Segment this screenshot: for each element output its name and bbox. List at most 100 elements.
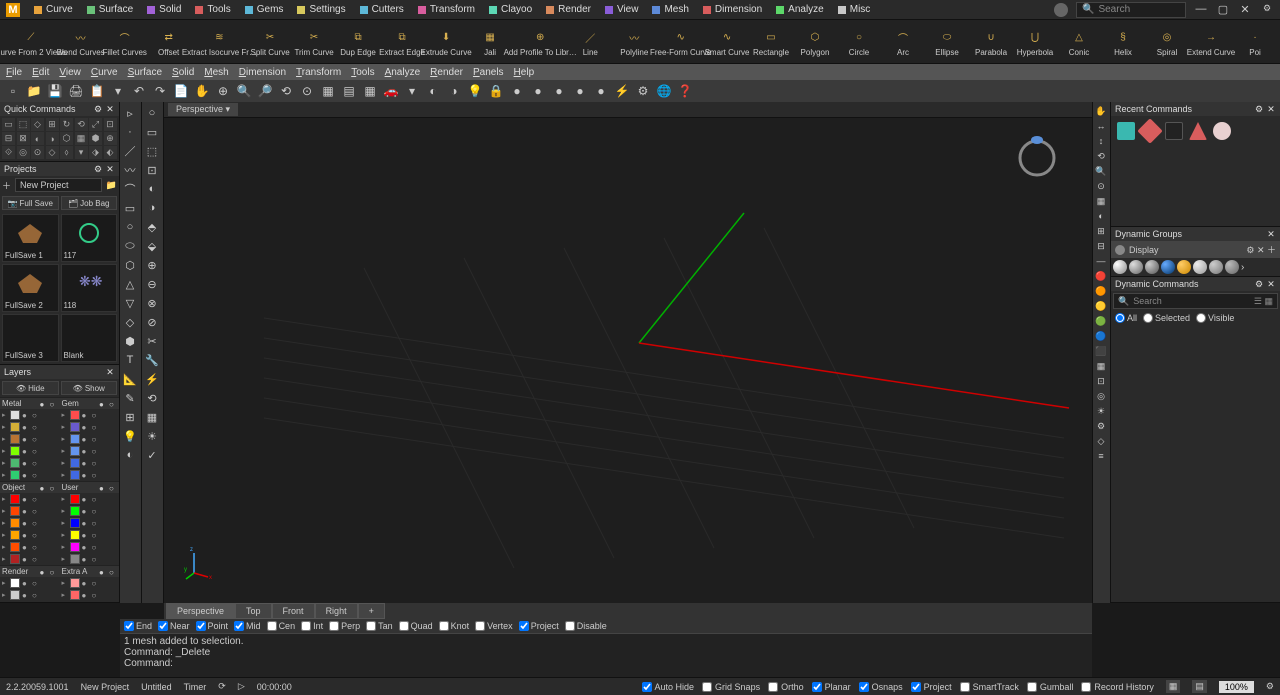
tool-a-6[interactable]: ○ — [121, 218, 139, 236]
ribbon-arc[interactable]: ⌒Arc — [882, 22, 924, 61]
project-name[interactable]: New Project — [81, 682, 130, 692]
rtool-2[interactable]: ↕ — [1094, 134, 1108, 148]
toolbar-btn-1[interactable]: 📁 — [25, 82, 43, 100]
layer-row[interactable]: ▸●○ — [60, 493, 120, 505]
toolbar-btn-13[interactable]: ⟲ — [277, 82, 295, 100]
project-117[interactable]: 117 — [61, 214, 118, 262]
tool-b-17[interactable]: ☀ — [143, 427, 161, 445]
toolbar-btn-5[interactable]: ▾ — [109, 82, 127, 100]
rtool-8[interactable]: ⊞ — [1094, 224, 1108, 238]
layer-row[interactable]: ▸●○ — [60, 433, 120, 445]
layer-row[interactable]: ▸●○ — [0, 541, 60, 553]
viewport-label[interactable]: Perspective ▾ — [168, 103, 238, 116]
status-gumball[interactable]: Gumball — [1027, 682, 1074, 692]
snap-vertex[interactable]: Vertex — [475, 621, 513, 631]
rtool-13[interactable]: 🟡 — [1094, 299, 1108, 313]
ribbon-conic[interactable]: △Conic — [1058, 22, 1100, 61]
toolbar-btn-12[interactable]: 🔎 — [256, 82, 274, 100]
ribbon-curve-from-2-views[interactable]: ⟋Curve From 2 Views — [4, 22, 58, 61]
search-input[interactable]: 🔍 Search — [1076, 2, 1186, 18]
tool-b-4[interactable]: ◐ — [143, 180, 161, 198]
qc-21[interactable]: ▾ — [75, 146, 88, 159]
toolbar-btn-9[interactable]: ✋ — [193, 82, 211, 100]
radio-all[interactable]: All — [1115, 313, 1137, 323]
tool-a-2[interactable]: ／ — [121, 142, 139, 160]
menu-cutters[interactable]: Cutters — [354, 2, 410, 17]
toolbar-btn-24[interactable]: ● — [508, 82, 526, 100]
snap-mid[interactable]: Mid — [234, 621, 261, 631]
perspective-viewport[interactable]: z y x — [164, 118, 1092, 603]
toolbar-btn-7[interactable]: ↷ — [151, 82, 169, 100]
tool-b-9[interactable]: ⊖ — [143, 275, 161, 293]
rtool-23[interactable]: ≡ — [1094, 449, 1108, 463]
recent-cmd-2[interactable] — [1137, 118, 1162, 143]
snap-point[interactable]: Point — [196, 621, 229, 631]
ribbon-ellipse[interactable]: ⬭Ellipse — [926, 22, 968, 61]
tool-b-6[interactable]: ⬘ — [143, 218, 161, 236]
project-dropdown[interactable]: New Project — [15, 178, 102, 192]
rtool-22[interactable]: ◇ — [1094, 434, 1108, 448]
ribbon-extend-curve[interactable]: →Extend Curve — [1190, 22, 1232, 61]
snap-project[interactable]: Project — [519, 621, 559, 631]
toolbar-btn-17[interactable]: ▦ — [361, 82, 379, 100]
layer-row[interactable]: ▸●○ — [60, 529, 120, 541]
layer-row[interactable]: ▸●○ — [60, 409, 120, 421]
menu-analyze[interactable]: Analyze — [770, 2, 830, 17]
toolbar-btn-8[interactable]: 📄 — [172, 82, 190, 100]
toolbar-btn-25[interactable]: ● — [529, 82, 547, 100]
layer-row[interactable]: ▸●○ — [60, 517, 120, 529]
close-button[interactable]: ✕ — [1238, 3, 1252, 17]
hide-button[interactable]: 👁 Hide — [2, 381, 59, 395]
radio-selected[interactable]: Selected — [1143, 313, 1190, 323]
menu-file[interactable]: File — [6, 67, 22, 78]
qc-11[interactable]: ◑ — [46, 132, 59, 145]
qc-10[interactable]: ◐ — [31, 132, 44, 145]
ribbon-spiral[interactable]: ◎Spiral — [1146, 22, 1188, 61]
qc-13[interactable]: ▦ — [75, 132, 88, 145]
layer-row[interactable]: ▸●○ — [60, 589, 120, 601]
rtool-9[interactable]: ⊟ — [1094, 239, 1108, 253]
rtool-12[interactable]: 🟠 — [1094, 284, 1108, 298]
toolbar-btn-4[interactable]: 📋 — [88, 82, 106, 100]
menu-tools[interactable]: Tools — [351, 67, 374, 78]
tool-a-0[interactable]: ▹ — [121, 104, 139, 122]
ribbon-polygon[interactable]: ⬡Polygon — [794, 22, 836, 61]
project-118[interactable]: ❋❋118 — [61, 264, 118, 312]
menu-curve[interactable]: Curve — [28, 2, 79, 17]
rtool-0[interactable]: ✋ — [1094, 104, 1108, 118]
layer-row[interactable]: ▸●○ — [60, 445, 120, 457]
settings-side-icon[interactable]: ⚙ — [1260, 3, 1274, 17]
qc-4[interactable]: ↻ — [60, 118, 73, 131]
layer-row[interactable]: ▸●○ — [0, 445, 60, 457]
project-FullSave 3[interactable]: FullSave 3 — [2, 314, 59, 362]
status-ortho[interactable]: Ortho — [768, 682, 804, 692]
rtool-14[interactable]: 🟢 — [1094, 314, 1108, 328]
tool-a-14[interactable]: 📐 — [121, 370, 139, 388]
layer-row[interactable]: ▸●○ — [0, 577, 60, 589]
qc-7[interactable]: ⊡ — [104, 118, 117, 131]
project-FullSave 1[interactable]: FullSave 1 — [2, 214, 59, 262]
rtool-6[interactable]: ▦ — [1094, 194, 1108, 208]
timer-reset-icon[interactable]: ⟳ — [218, 681, 226, 692]
tool-a-16[interactable]: ⊞ — [121, 408, 139, 426]
ribbon-rectangle[interactable]: ▭Rectangle — [750, 22, 792, 61]
toolbar-btn-27[interactable]: ● — [571, 82, 589, 100]
qc-22[interactable]: ⬗ — [89, 146, 102, 159]
toolbar-btn-32[interactable]: ❓ — [676, 82, 694, 100]
menu-settings[interactable]: Settings — [291, 2, 351, 17]
material-ball[interactable] — [1145, 260, 1159, 274]
qc-23[interactable]: ⬖ — [104, 146, 117, 159]
toolbar-btn-11[interactable]: 🔍 — [235, 82, 253, 100]
qc-0[interactable]: ▭ — [2, 118, 15, 131]
layer-row[interactable]: ▸●○ — [0, 529, 60, 541]
add-icon[interactable]: ＋ — [2, 179, 11, 192]
snap-tan[interactable]: Tan — [366, 621, 393, 631]
tool-b-0[interactable]: ○ — [143, 104, 161, 122]
menu-tools[interactable]: Tools — [189, 2, 236, 17]
recent-cmd-3[interactable] — [1165, 122, 1183, 140]
qc-15[interactable]: ⊕ — [104, 132, 117, 145]
timer-play-icon[interactable]: ▷ — [238, 681, 245, 692]
menu-help[interactable]: Help — [514, 67, 535, 78]
status-record-history[interactable]: Record History — [1081, 682, 1154, 692]
qc-1[interactable]: ⬚ — [17, 118, 30, 131]
